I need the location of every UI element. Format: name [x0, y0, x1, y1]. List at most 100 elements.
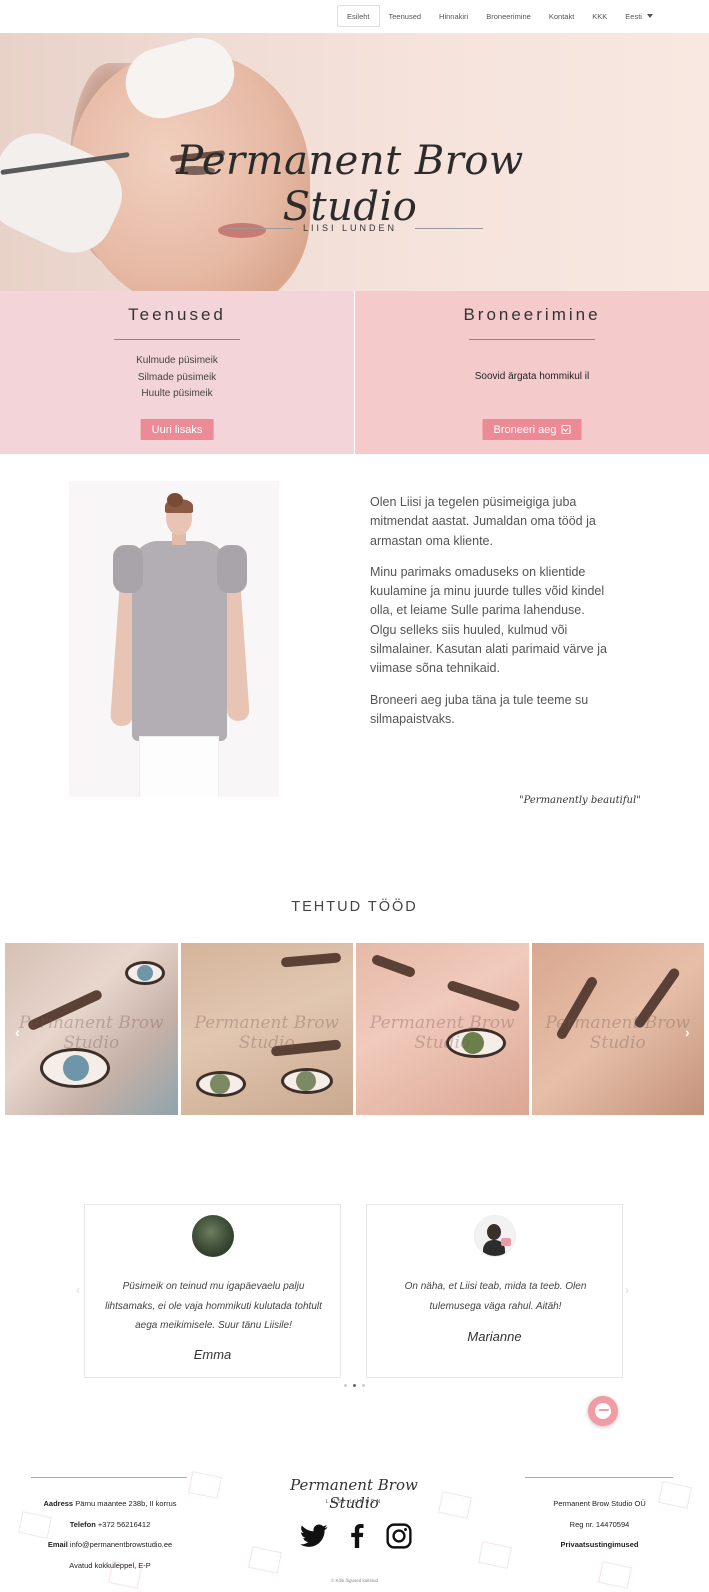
hero-title: Permanent Brow Studio	[176, 138, 524, 230]
testimonial-next-arrow[interactable]: ›	[625, 1283, 629, 1297]
testimonial-author: Emma	[193, 1347, 232, 1362]
gallery-brow	[446, 979, 521, 1013]
about-paragraph: Minu parimaks omaduseks on klientide kuu…	[370, 564, 607, 676]
gallery-watermark: Permanent Brow Studio	[194, 1013, 340, 1053]
booking-text: Soovid ärgata hommikul il	[474, 371, 590, 382]
gallery-image[interactable]: Permanent Brow Studio	[531, 943, 704, 1115]
address-line: Aadress Pärnu maantee 238b, II korrus	[10, 1494, 210, 1515]
booking-box: Broneerimine Soovid ärgata hommikul il B…	[355, 291, 709, 454]
testimonial-quote: On näha, et Liisi teab, mida ta teeb. Ol…	[404, 1281, 587, 1312]
about-paragraph: Broneeri aeg juba täna ja tule teeme su …	[370, 692, 589, 726]
book-appointment-button[interactable]: Broneeri aeg	[482, 419, 582, 440]
service-item: Silmade püsimeik	[137, 371, 217, 383]
portrait-photo	[69, 481, 279, 797]
pagination-dot[interactable]	[362, 1384, 365, 1387]
gallery-iris	[295, 1071, 316, 1091]
testimonial-pagination	[344, 1384, 365, 1387]
nav-item-kontakt[interactable]: Kontakt	[540, 5, 583, 27]
messenger-chat-button[interactable]	[588, 1396, 618, 1426]
testimonial-card: On näha, et Liisi teab, mida ta teeb. Ol…	[366, 1204, 623, 1378]
calendar-icon	[561, 425, 571, 434]
gallery-watermark: Permanent Brow Studio	[369, 1013, 515, 1053]
learn-more-button[interactable]: Uuri lisaks	[140, 419, 214, 440]
chevron-down-icon	[646, 14, 653, 18]
testimonial-quote: Püsimeik on teinud mu igapäevaelu palju …	[105, 1281, 322, 1331]
privacy-link[interactable]: Privaatsustingimused	[512, 1535, 687, 1556]
pagination-dot[interactable]	[344, 1384, 347, 1387]
testimonial-card: Püsimeik on teinud mu igapäevaelu palju …	[84, 1204, 341, 1378]
gallery-iris	[63, 1055, 89, 1081]
testimonial-author: Marianne	[467, 1329, 522, 1344]
footer-divider	[31, 1477, 187, 1478]
phone-line: Telefon +372 56216412	[10, 1515, 210, 1536]
avatar-badge	[500, 1238, 511, 1246]
about-paragraph: Olen Liisi ja tegelen püsimeigiga juba m…	[370, 495, 596, 548]
pagination-dot-active[interactable]	[353, 1384, 356, 1387]
avatar-head	[486, 1224, 501, 1240]
phone-value[interactable]: +372 56216412	[98, 1520, 150, 1529]
nav-item-teenused[interactable]: Teenused	[380, 5, 431, 27]
language-label: Eesti	[625, 11, 642, 21]
hero-subtitle: LIISI LUNDEN	[302, 223, 398, 233]
signature-tagline: "Permanently beautiful"	[519, 795, 641, 806]
services-box: Teenused Kulmude püsimeik Silmade püsime…	[0, 291, 355, 454]
social-links	[300, 1523, 412, 1549]
messenger-icon	[595, 1403, 611, 1419]
diamond-pattern	[248, 1546, 282, 1574]
instagram-icon[interactable]	[386, 1523, 412, 1549]
booking-title: Broneerimine	[463, 305, 601, 324]
nav-item-hinnakiri[interactable]: Hinnakiri	[430, 5, 477, 27]
gallery-brow	[280, 952, 341, 968]
address-value: Pärnu maantee 238b, II korrus	[75, 1499, 177, 1508]
gallery-next-arrow[interactable]: ›	[685, 1024, 690, 1040]
portrait-hair-bun	[167, 493, 183, 507]
email-value[interactable]: info@permanentbrowstudio.ee	[70, 1540, 172, 1549]
email-label: Email	[47, 1540, 68, 1549]
portrait-tunic	[132, 541, 227, 741]
diamond-pattern	[478, 1541, 512, 1569]
gallery-iris	[209, 1074, 230, 1094]
hero-banner: Permanent Brow Studio LIISI LUNDEN	[0, 33, 709, 291]
footer-logo[interactable]: Permanent Brow Studio	[281, 1476, 427, 1512]
language-selector[interactable]: Eesti	[616, 5, 662, 27]
diamond-pattern	[598, 1561, 632, 1589]
gallery-watermark: Permanent Brow Studio	[18, 1013, 164, 1053]
services-title: Teenused	[128, 305, 226, 324]
avatar	[191, 1215, 234, 1257]
service-item: Huulte püsimeik	[141, 388, 213, 399]
nav-item-broneerimine[interactable]: Broneerimine	[477, 5, 540, 27]
diamond-pattern	[438, 1491, 472, 1519]
facebook-icon[interactable]	[350, 1524, 364, 1548]
company-name: Permanent Brow Studio OÜ	[553, 1499, 646, 1508]
top-navigation: Esileht Teenused Hinnakiri Broneerimine …	[0, 0, 709, 33]
footer-logo-subtitle: LIISI LUNDEN	[325, 1499, 383, 1505]
copyright: © Kõik õigused kaitstud	[330, 1578, 379, 1583]
nav-item-kkk[interactable]: KKK	[583, 5, 616, 27]
avatar	[473, 1215, 516, 1257]
company-info: Permanent Brow Studio OÜ Reg nr. 1447059…	[512, 1494, 687, 1556]
portrait-pants	[139, 736, 219, 797]
phone-label: Telefon	[69, 1519, 96, 1529]
registration-number: Reg nr. 14470594	[569, 1519, 630, 1529]
portrait-sleeve	[217, 545, 247, 593]
divider	[469, 339, 595, 340]
gallery-image[interactable]: Permanent Brow Studio	[356, 943, 529, 1115]
gallery-title: TEHTUD TÖÖD	[291, 899, 418, 915]
contact-info: Aadress Pärnu maantee 238b, II korrus Te…	[10, 1494, 210, 1576]
gallery-image[interactable]: Permanent Brow Studio	[5, 943, 178, 1115]
opening-hours: Avatud kokkuleppel, E-P	[69, 1560, 151, 1570]
testimonial-prev-arrow[interactable]: ‹	[76, 1283, 80, 1297]
divider	[114, 339, 240, 340]
book-button-label: Broneeri aeg	[493, 423, 557, 436]
portrait-sleeve	[113, 545, 143, 593]
twitter-icon[interactable]	[300, 1524, 328, 1548]
gallery-image[interactable]: Permanent Brow Studio	[180, 943, 353, 1115]
services-list: Kulmude püsimeik Silmade püsimeik Huulte…	[0, 353, 354, 403]
address-label: Aadress	[43, 1499, 74, 1508]
gallery-brow	[370, 953, 417, 979]
gallery-prev-arrow[interactable]: ‹	[15, 1024, 20, 1040]
gallery-watermark: Permanent Brow Studio	[545, 1013, 691, 1053]
nav-item-esileht[interactable]: Esileht	[337, 5, 380, 27]
footer: Aadress Pärnu maantee 238b, II korrus Te…	[0, 1454, 709, 1592]
email-line: Email info@permanentbrowstudio.ee	[10, 1535, 210, 1556]
